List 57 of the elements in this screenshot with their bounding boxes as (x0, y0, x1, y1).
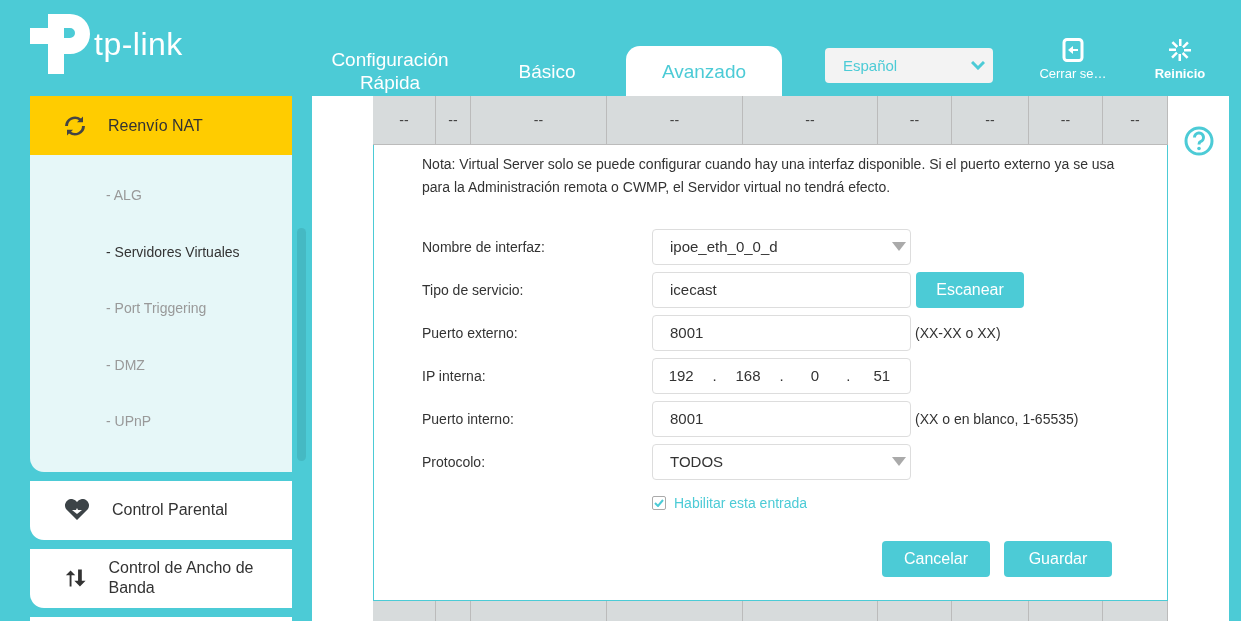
submenu-item[interactable]: - ALG (30, 167, 292, 224)
hint-text: (XX-XX o XX) (915, 324, 1001, 341)
ip-separator: . (712, 367, 717, 385)
check-icon (654, 498, 664, 507)
submenu-item[interactable]: - DMZ (30, 336, 292, 393)
nav-tab[interactable]: Configuración Rápida (312, 46, 468, 96)
input-field[interactable]: 8001 (652, 400, 911, 437)
chevron-down-icon (971, 61, 985, 70)
up-down-arrows-icon (64, 567, 87, 589)
field-label: Puerto externo: (422, 324, 519, 341)
scan-button[interactable]: Escanear (916, 271, 1024, 308)
ip-separator: . (779, 367, 784, 385)
sidebar-item[interactable]: Control Parental (30, 480, 292, 540)
logout-button[interactable]: Cerrar se… (1030, 38, 1116, 81)
field-label: Tipo de servicio: (422, 281, 525, 298)
table-cell: -- (607, 96, 743, 145)
table-cell: -- (878, 96, 952, 145)
logo-text: tp-link (94, 25, 183, 63)
submenu-item[interactable]: - UPnP (30, 393, 292, 450)
submenu-item[interactable]: - Servidores Virtuales (30, 223, 292, 280)
input-field[interactable]: 8001 (652, 314, 911, 351)
select-field[interactable]: TODOS (652, 443, 911, 480)
select-field[interactable]: ipoe_eth_0_0_d (652, 228, 911, 265)
field-label: IP interna: (422, 367, 487, 384)
field-label: Protocolo: (422, 453, 487, 470)
input-field[interactable]: icecast (652, 271, 911, 308)
logout-icon (1062, 38, 1084, 62)
nav-tab[interactable]: Básico (468, 46, 626, 96)
table-cell: -- (743, 96, 878, 145)
table-cell: -- (1029, 96, 1103, 145)
help-icon[interactable] (1183, 126, 1214, 156)
nav-tab[interactable]: Avanzado (626, 46, 782, 96)
save-button[interactable]: Guardar (1004, 540, 1112, 577)
table-cell: -- (373, 96, 436, 145)
cancel-button[interactable]: Cancelar (882, 540, 990, 577)
ip-separator: . (846, 367, 851, 385)
logo-icon (30, 14, 90, 74)
dropdown-caret-icon (892, 457, 906, 467)
dropdown-caret-icon (892, 242, 906, 252)
sidebar-item[interactable]: Reenvío NAT (30, 96, 292, 155)
table-cell: -- (436, 96, 471, 145)
field-label: Puerto interno: (422, 410, 515, 427)
spinner-icon (1168, 38, 1192, 62)
refresh-icon (64, 114, 86, 137)
table-cell: -- (952, 96, 1029, 145)
submenu-item[interactable]: - Port Triggering (30, 280, 292, 337)
heart-icon (64, 499, 90, 521)
ip-address-field[interactable]: 192 . 168 . 0 . 51 (652, 357, 911, 394)
checkbox[interactable] (652, 495, 666, 510)
hint-text: (XX o en blanco, 1-65535) (915, 410, 1079, 427)
field-label: Nombre de interfaz: (422, 238, 546, 255)
reboot-button[interactable]: Reinicio (1148, 38, 1212, 81)
table-cell: -- (471, 96, 607, 145)
language-select[interactable]: Español (825, 48, 993, 83)
note-text: Nota: Virtual Server solo se puede configurar cuando hay una interfaz disponible. Si el puerto externo ya se usa para la Administración remota o CWMP, el Servidor virtual no tendrá efecto. (422, 154, 1116, 197)
sidebar-item[interactable]: Control de Ancho de Banda (30, 548, 292, 608)
checkbox-label[interactable]: Habilitar esta entrada (674, 494, 808, 511)
